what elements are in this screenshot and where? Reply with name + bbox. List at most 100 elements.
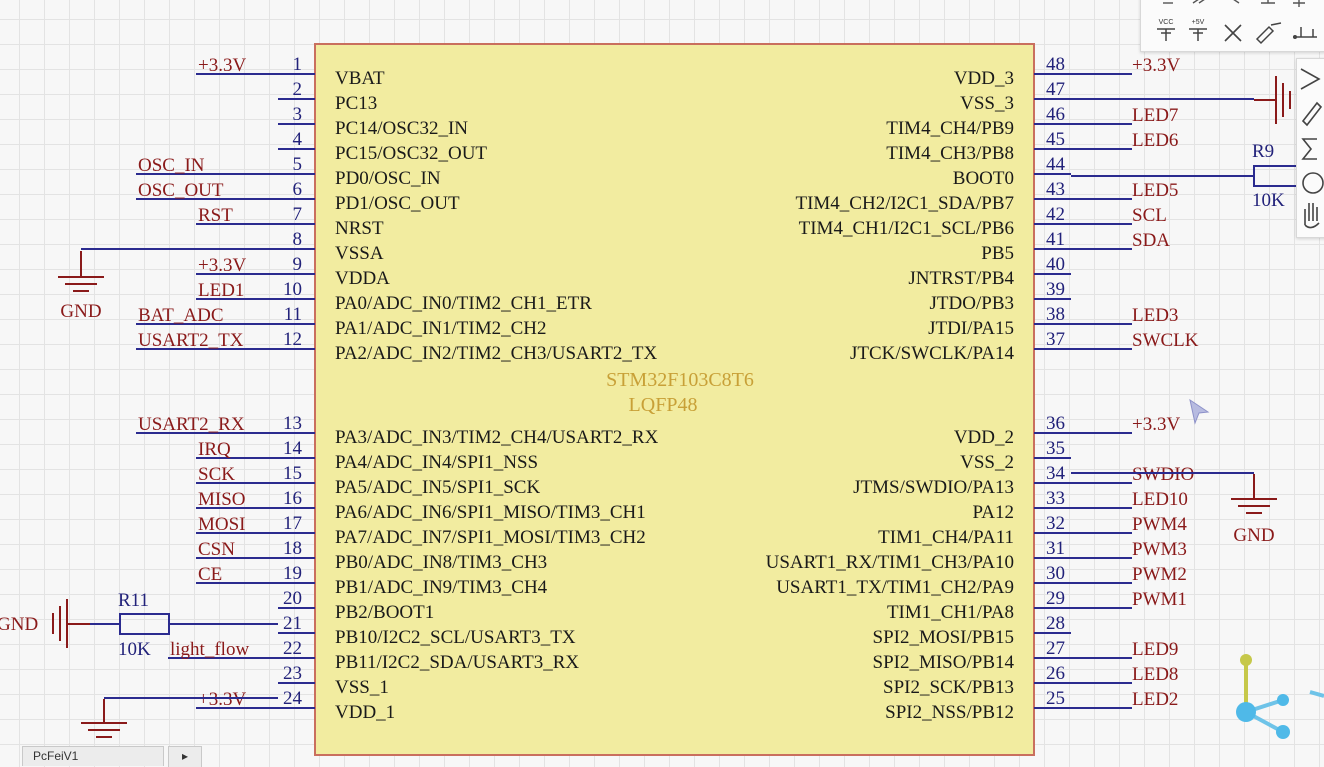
pin-number: 41 (1046, 229, 1065, 250)
net-label: BAT_ADC (138, 305, 224, 326)
pin-number: 17 (283, 513, 302, 534)
pin-name: PB2/BOOT1 (335, 602, 434, 623)
pin-name: PA0/ADC_IN0/TIM2_CH1_ETR (335, 293, 592, 314)
pin-name: PA6/ADC_IN6/SPI1_MISO/TIM3_CH1 (335, 502, 646, 523)
plus5v-label: +5V (1192, 19, 1205, 26)
pin-name: USART1_TX/TIM1_CH2/PA9 (776, 577, 1014, 598)
pin-number: 14 (283, 438, 303, 459)
net-label: +3.3V (198, 255, 246, 276)
pin-name: BOOT0 (953, 168, 1014, 189)
pin-number: 7 (293, 204, 303, 225)
pin-name: VDD_3 (954, 68, 1014, 89)
net-label: USART2_TX (138, 330, 244, 351)
tab-more-button[interactable]: ▸ (168, 746, 202, 767)
gnd-symbol-r11[interactable] (52, 599, 90, 648)
pin-number: 36 (1046, 413, 1065, 434)
pin-number: 48 (1046, 54, 1065, 75)
net-label: SWDIO (1132, 464, 1194, 485)
schematic-canvas[interactable]: STM32F103C8T6 LQFP48 1 VBAT +3.3V 2 PC13 3 PC1… (0, 0, 1324, 759)
3d-axis-widget-icon[interactable] (1236, 654, 1324, 739)
pencil-icon[interactable] (1301, 101, 1323, 127)
pin-name: JTDI/PA15 (928, 318, 1014, 339)
gnd-symbol-vss1[interactable] (81, 699, 127, 738)
pin-name: PB0/ADC_IN8/TIM3_CH3 (335, 552, 547, 573)
pin-name: VDDA (335, 268, 390, 289)
pin-number: 13 (283, 413, 302, 434)
gnd-label-vssa: GND (60, 301, 101, 322)
pin-name: NRST (335, 218, 384, 239)
gnd-symbol-vss3[interactable] (1254, 76, 1291, 124)
gnd-symbol-vssa[interactable] (58, 251, 104, 292)
net-label: PWM4 (1132, 514, 1187, 535)
vcc-label: VCC (1159, 19, 1174, 26)
pin-number: 1 (293, 54, 303, 75)
pan-hand-icon[interactable] (1304, 203, 1320, 229)
net-label: LED3 (1132, 305, 1178, 326)
chip-part-number: STM32F103C8T6 (606, 369, 754, 391)
pin-name: PC13 (335, 93, 377, 114)
net-label: LED10 (1132, 489, 1188, 510)
net-label: PWM3 (1132, 539, 1187, 560)
resistor-r11-value: 10K (118, 639, 151, 660)
pin-number: 3 (293, 104, 303, 125)
net-label: SWCLK (1132, 330, 1199, 351)
resistor-r11[interactable] (90, 613, 278, 635)
no-connect-icon[interactable] (1221, 21, 1245, 45)
resistor-r11-ref: R11 (118, 590, 149, 611)
pin-name: JTDO/PB3 (930, 293, 1014, 314)
pin-name: PC15/OSC32_OUT (335, 143, 487, 164)
net-label: +3.3V (198, 689, 246, 710)
pin-name: PB1/ADC_IN9/TIM3_CH4 (335, 577, 548, 598)
net-label: LED2 (1132, 689, 1178, 710)
net-label: LED9 (1132, 639, 1178, 660)
pin-name: TIM4_CH2/I2C1_SDA/PB7 (795, 193, 1014, 214)
net-label: +3.3V (1132, 414, 1180, 435)
gnd-label-r11: GND (0, 614, 38, 635)
net-label: SDA (1132, 230, 1170, 251)
select-arrow-icon[interactable] (1300, 68, 1321, 90)
pin-name: SPI2_MOSI/PB15 (873, 627, 1015, 648)
pin-name: PD1/OSC_OUT (335, 193, 460, 214)
pin-number: 37 (1046, 329, 1065, 350)
pin-name: TIM1_CH1/PA8 (887, 602, 1014, 623)
net-label: OSC_OUT (138, 180, 224, 201)
row1-tool-e-icon (1293, 0, 1305, 7)
pin-number: 33 (1046, 488, 1065, 509)
net-label: +3.3V (1132, 55, 1180, 76)
pin-number: 5 (293, 154, 303, 175)
net-label: MISO (198, 489, 246, 510)
circle-tool-icon[interactable] (1302, 172, 1324, 194)
pin-name: VSS_1 (335, 677, 389, 698)
cursor-pointer-icon (1189, 398, 1210, 425)
wire-pen-icon[interactable] (1253, 19, 1285, 45)
pin-name: PB11/I2C2_SDA/USART3_RX (335, 652, 579, 673)
pin-name: VSS_2 (960, 452, 1014, 473)
pin-number: 32 (1046, 513, 1065, 534)
document-tab[interactable]: PcFeiV1 (22, 746, 164, 766)
plus5v-power-icon[interactable]: +5V (1185, 17, 1211, 45)
pin-name: PA12 (972, 502, 1014, 523)
net-label: light_flow (170, 639, 249, 660)
net-label: IRQ (198, 439, 231, 460)
pin-name: SPI2_SCK/PB13 (883, 677, 1014, 698)
pin-number: 18 (283, 538, 302, 559)
pin-number: 28 (1046, 613, 1065, 634)
pin-number: 27 (1046, 638, 1065, 659)
net-label-icon[interactable] (1291, 19, 1321, 45)
pin-name: TIM4_CH4/PB9 (886, 118, 1014, 139)
gnd-symbol-vss2[interactable] (1231, 474, 1277, 514)
resistor-r9[interactable] (1071, 165, 1303, 187)
chip-package: LQFP48 (629, 394, 698, 416)
pin-name: JTCK/SWCLK/PA14 (850, 343, 1014, 364)
pin-name: PB5 (981, 243, 1014, 264)
pin-name: JNTRST/PB4 (908, 268, 1014, 289)
pin-name: VDD_1 (335, 702, 395, 723)
net-label: LED6 (1132, 130, 1178, 151)
pin-name: PA5/ADC_IN5/SPI1_SCK (335, 477, 540, 498)
vcc-power-icon[interactable]: VCC (1153, 17, 1179, 45)
pin-number: 6 (293, 179, 303, 200)
pin-number: 2 (293, 79, 303, 100)
sigma-icon[interactable] (1301, 138, 1317, 160)
pin-number: 21 (283, 613, 302, 634)
pin-name: TIM1_CH4/PA11 (878, 527, 1014, 548)
